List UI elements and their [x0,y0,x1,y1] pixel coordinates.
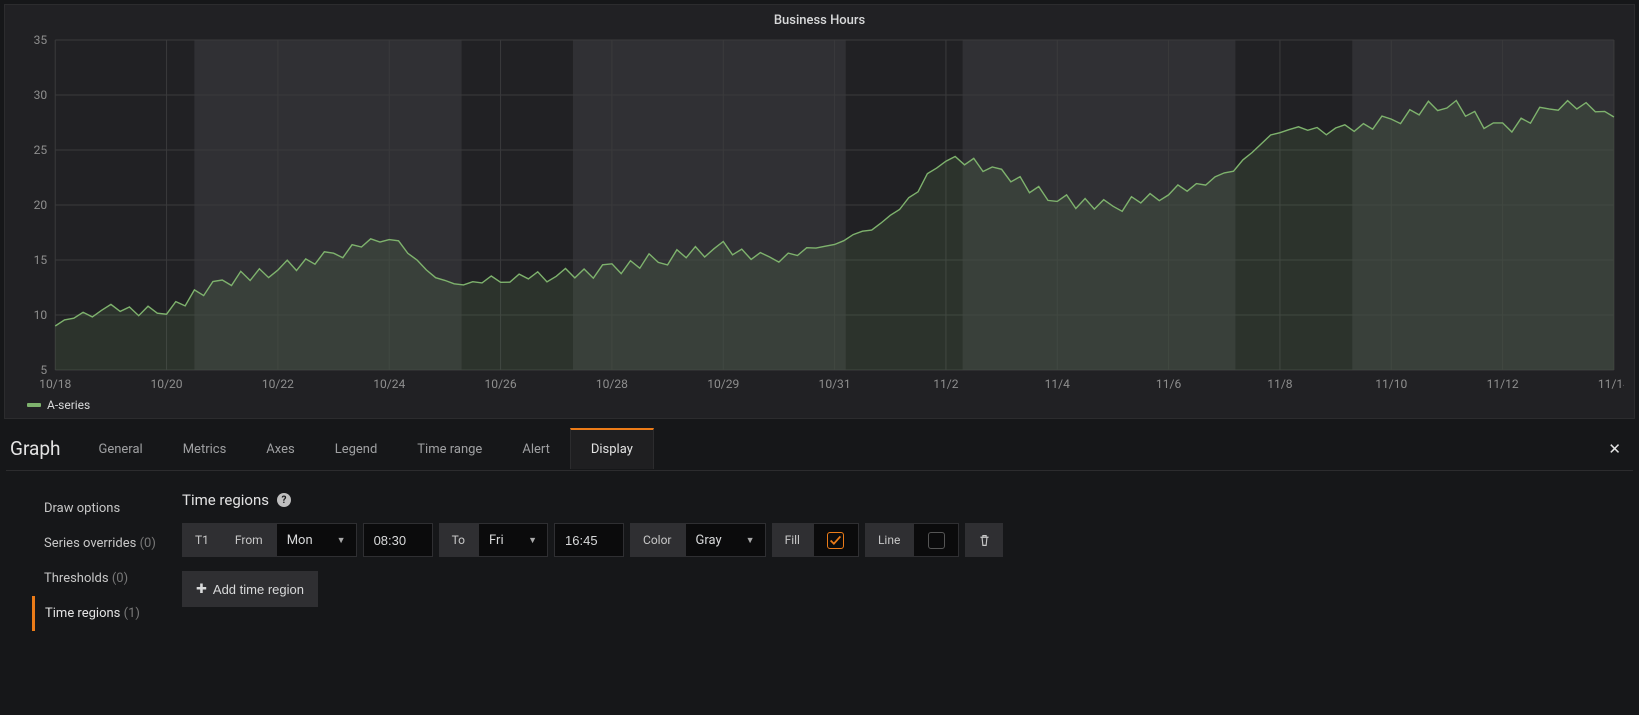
svg-text:10/29: 10/29 [707,377,739,391]
tab-axes[interactable]: Axes [246,428,314,469]
color-label: Color [630,523,684,557]
tab-alert[interactable]: Alert [502,428,570,469]
editor-title: Graph [6,427,78,470]
graph-panel: Business Hours 5 10 15 20 25 30 35 10/18 10/20 1… [4,4,1635,419]
svg-text:11/8: 11/8 [1267,377,1293,391]
chart-area[interactable]: 5 10 15 20 25 30 35 10/18 10/20 10/22 10/24 10/26 1… [15,34,1624,394]
from-day-select[interactable]: Mon▼ [276,523,357,557]
svg-text:20: 20 [34,198,48,212]
time-regions-content: Time regions ? T1 From Mon▼ To Fri▼ [182,491,1627,631]
svg-text:10/20: 10/20 [151,377,183,391]
tab-time-range[interactable]: Time range [397,428,502,469]
svg-text:10/24: 10/24 [373,377,405,391]
legend-series-label: A-series [47,398,90,412]
line-checkbox[interactable] [913,523,959,557]
svg-text:15: 15 [34,253,48,267]
to-time-input[interactable] [554,523,624,557]
legend-swatch [27,403,41,407]
trash-icon [978,534,991,547]
panel-title: Business Hours [5,11,1634,34]
svg-text:10: 10 [34,308,48,322]
subnav-time-regions[interactable]: Time regions (1) [32,596,162,631]
delete-region-button[interactable] [965,523,1003,557]
display-subnav: Draw options Series overrides (0) Thresh… [12,491,162,631]
tab-general[interactable]: General [78,428,162,469]
section-title: Time regions ? [182,491,1627,509]
fill-label: Fill [772,523,813,557]
add-time-region-button[interactable]: ✚ Add time region [182,571,318,607]
subnav-draw-options[interactable]: Draw options [32,491,162,526]
svg-text:10/28: 10/28 [596,377,628,391]
help-icon[interactable]: ? [277,493,291,507]
svg-text:5: 5 [40,363,47,377]
svg-text:10/26: 10/26 [485,377,517,391]
from-time-input[interactable] [363,523,433,557]
from-label: From [222,523,276,557]
svg-text:11/4: 11/4 [1045,377,1071,391]
fill-checkbox[interactable] [813,523,859,557]
to-day-select[interactable]: Fri▼ [478,523,548,557]
svg-text:35: 35 [34,34,48,47]
subnav-series-overrides[interactable]: Series overrides (0) [32,526,162,561]
tab-metrics[interactable]: Metrics [163,428,247,469]
time-region-row: T1 From Mon▼ To Fri▼ Color [182,523,1627,557]
svg-text:10/31: 10/31 [819,377,851,391]
svg-text:30: 30 [34,88,48,102]
svg-text:10/22: 10/22 [262,377,294,391]
subnav-thresholds[interactable]: Thresholds (0) [32,561,162,596]
svg-text:11/2: 11/2 [933,377,959,391]
legend[interactable]: A-series [5,394,1634,414]
tab-display[interactable]: Display [570,428,654,469]
svg-text:11/12: 11/12 [1487,377,1519,391]
plus-icon: ✚ [196,581,207,597]
svg-text:10/18: 10/18 [39,377,71,391]
chart-svg: 5 10 15 20 25 30 35 10/18 10/20 10/22 10/24 10/26 1… [15,34,1624,394]
to-label: To [439,523,478,557]
close-editor-button[interactable]: ✕ [1596,430,1633,468]
line-label: Line [865,523,913,557]
panel-editor: Graph General Metrics Axes Legend Time r… [0,423,1639,655]
region-id-label: T1 [182,523,222,557]
color-select[interactable]: Gray▼ [685,523,766,557]
svg-text:25: 25 [34,143,48,157]
svg-text:11/6: 11/6 [1156,377,1182,391]
svg-text:11/10: 11/10 [1375,377,1407,391]
editor-tabs: Graph General Metrics Axes Legend Time r… [6,427,1633,471]
tab-legend[interactable]: Legend [315,428,398,469]
svg-text:11/14: 11/14 [1598,377,1624,391]
